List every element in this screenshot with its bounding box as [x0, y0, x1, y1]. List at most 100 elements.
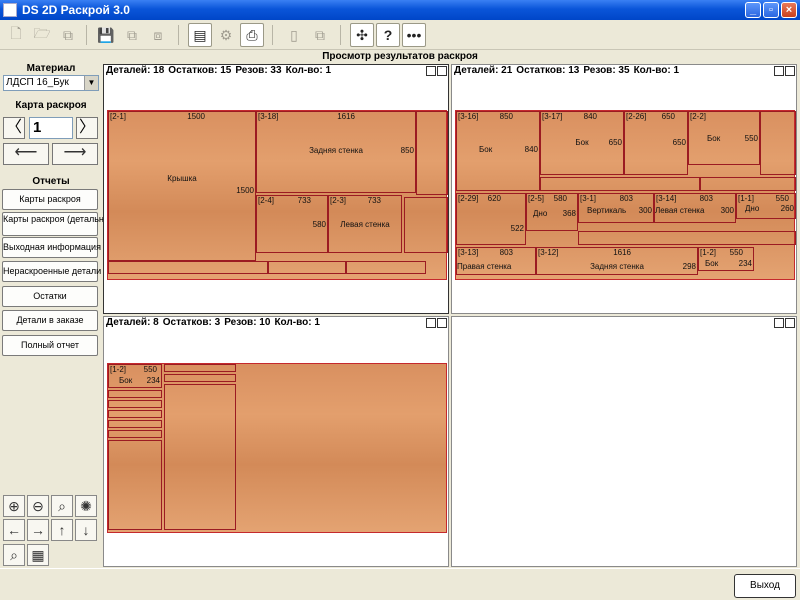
- strip: [108, 410, 162, 418]
- reports-label: Отчеты: [32, 176, 70, 187]
- report-remnants-button[interactable]: Остатки: [2, 286, 98, 307]
- strip: [700, 177, 796, 191]
- zoom-icon[interactable]: ⌕: [51, 495, 73, 517]
- open-folder-icon[interactable]: 🗁: [30, 23, 54, 47]
- footer: Выход: [0, 568, 800, 600]
- calculate-cut-icon[interactable]: ✣: [350, 23, 374, 47]
- document-icon[interactable]: ▤: [188, 23, 212, 47]
- pane-stats: Деталей: 18 Остатков: 15 Резов: 33 Кол-во: …: [106, 65, 332, 76]
- cut-sheet: [3-16] 850 Бок 840 [3-17] 840 Бок 650 [2-26]…: [455, 110, 796, 280]
- strip: [578, 231, 796, 245]
- strip: [416, 111, 448, 195]
- copy-icon[interactable]: ⧈: [146, 23, 170, 47]
- export-icon[interactable]: ⧉: [308, 23, 332, 47]
- strip: [108, 430, 162, 438]
- material-label: Материал: [26, 63, 76, 74]
- material-value: ЛДСП 16_Бук: [6, 77, 69, 88]
- app-icon: [3, 3, 17, 17]
- part[interactable]: [2-29] 620 522: [456, 193, 526, 245]
- cut-map-pane-4[interactable]: [451, 316, 797, 567]
- dropdown-arrow-icon[interactable]: ▼: [84, 76, 98, 90]
- part[interactable]: [2-5] 580 Дно 368: [526, 193, 578, 231]
- part[interactable]: [2-3] 733 Левая стенка: [328, 195, 402, 253]
- settings-gear-icon[interactable]: ⚙: [214, 23, 238, 47]
- strip: [108, 400, 162, 408]
- part[interactable]: [3-17] 840 Бок 650: [540, 111, 624, 175]
- report-icon[interactable]: ▯: [282, 23, 306, 47]
- save-icon[interactable]: 💾: [94, 23, 118, 47]
- part[interactable]: [3-12] 1616 Задняя стенка 298: [536, 247, 698, 275]
- part[interactable]: [1-1] 550 Дно 260: [736, 193, 796, 219]
- strip: [164, 384, 236, 530]
- window-title: DS 2D Раскрой 3.0: [22, 3, 130, 17]
- part[interactable]: [3-18] 1616 Задняя стенка 850: [256, 111, 416, 193]
- preview-header: Просмотр результатов раскроя: [322, 51, 478, 62]
- restore-icon[interactable]: [774, 66, 784, 76]
- strip: [760, 111, 796, 175]
- first-map-button[interactable]: ⟵: [3, 143, 49, 165]
- cut-sheet: [1-2] 550 Бок 234: [107, 363, 447, 533]
- help-icon[interactable]: ?: [376, 23, 400, 47]
- strip: [404, 197, 448, 253]
- zoom-out-icon[interactable]: ⊖: [27, 495, 49, 517]
- report-order-parts-button[interactable]: Детали в заказе: [2, 310, 98, 331]
- minimize-button[interactable]: _: [745, 2, 761, 18]
- next-map-button[interactable]: 〉: [76, 117, 98, 139]
- exit-button[interactable]: Выход: [734, 574, 796, 598]
- grid-view-icon[interactable]: ▦: [27, 544, 49, 566]
- strip: [164, 364, 236, 372]
- prev-map-button[interactable]: 〈: [3, 117, 25, 139]
- new-file-icon[interactable]: 🗋: [4, 23, 28, 47]
- maximize-icon[interactable]: [785, 318, 795, 328]
- maximize-icon[interactable]: [785, 66, 795, 76]
- report-uncut-parts-button[interactable]: Нераскроенные детали: [2, 261, 101, 282]
- part[interactable]: [1-2] 550 Бок 234: [108, 364, 162, 388]
- part[interactable]: [2-26] 650 650: [624, 111, 688, 175]
- report-cut-maps-detailed-button[interactable]: Карты раскроя (детально): [2, 212, 112, 236]
- zoom-fit-icon[interactable]: ✺: [75, 495, 97, 517]
- close-button[interactable]: ×: [781, 2, 797, 18]
- part[interactable]: [3-1] 803 Вертикаль 300: [578, 193, 654, 223]
- cut-map-pane-1[interactable]: Деталей: 18 Остатков: 15 Резов: 33 Кол-во: …: [103, 64, 449, 314]
- report-output-info-button[interactable]: Выходная информация: [2, 237, 101, 258]
- pane-stats: Деталей: 8 Остатков: 3 Резов: 10 Кол-во: 1: [106, 317, 320, 328]
- cut-map-pane-3[interactable]: Деталей: 8 Остатков: 3 Резов: 10 Кол-во: 1 …: [103, 316, 449, 567]
- part[interactable]: [2-2] Бок 550: [688, 111, 760, 165]
- last-map-button[interactable]: ⟶: [52, 143, 98, 165]
- pan-down-icon[interactable]: ↓: [75, 519, 97, 541]
- restore-icon[interactable]: [426, 318, 436, 328]
- maximize-button[interactable]: ▫: [763, 2, 779, 18]
- part[interactable]: [2-1] 1500 Крышка 1500: [108, 111, 256, 261]
- pan-up-icon[interactable]: ↑: [51, 519, 73, 541]
- more-icon[interactable]: •••: [402, 23, 426, 47]
- report-cut-maps-button[interactable]: Карты раскроя: [2, 189, 98, 210]
- restore-icon[interactable]: [774, 318, 784, 328]
- restore-icon[interactable]: [426, 66, 436, 76]
- map-label: Карта раскроя: [15, 100, 87, 111]
- strip: [108, 440, 162, 530]
- maximize-icon[interactable]: [437, 66, 447, 76]
- part[interactable]: [1-2] 550 Бок 234: [698, 247, 754, 271]
- strip: [346, 261, 426, 274]
- left-panel: Материал ЛДСП 16_Бук ▼ Карта раскроя 〈 1…: [0, 63, 112, 568]
- open-project-icon[interactable]: ⧉: [56, 23, 80, 47]
- part[interactable]: [3-16] 850 Бок 840: [456, 111, 540, 191]
- zoom-area-icon[interactable]: ⌕: [3, 544, 25, 566]
- strip: [540, 177, 700, 191]
- cut-sheet: [2-1] 1500 Крышка 1500 [3-18] 1616 Задняя с…: [107, 110, 448, 280]
- print-preview-icon[interactable]: ⎙: [240, 23, 264, 47]
- save-as-icon[interactable]: ⧉: [120, 23, 144, 47]
- material-select[interactable]: ЛДСП 16_Бук ▼: [3, 75, 99, 91]
- zoom-in-icon[interactable]: ⊕: [3, 495, 25, 517]
- part[interactable]: [2-4] 733 580: [256, 195, 328, 253]
- maximize-icon[interactable]: [437, 318, 447, 328]
- pan-right-icon[interactable]: →: [27, 519, 49, 541]
- part[interactable]: [3-14] 803 Левая стенка 300: [654, 193, 736, 223]
- cut-map-pane-2[interactable]: Деталей: 21 Остатков: 13 Резов: 35 Кол-во: …: [451, 64, 797, 314]
- map-number-field[interactable]: 1: [29, 117, 73, 139]
- pan-left-icon[interactable]: ←: [3, 519, 25, 541]
- report-full-button[interactable]: Полный отчет: [2, 335, 98, 356]
- strip: [108, 420, 162, 428]
- part[interactable]: [3-13] 803 Правая стенка: [456, 247, 536, 275]
- strip: [164, 374, 236, 382]
